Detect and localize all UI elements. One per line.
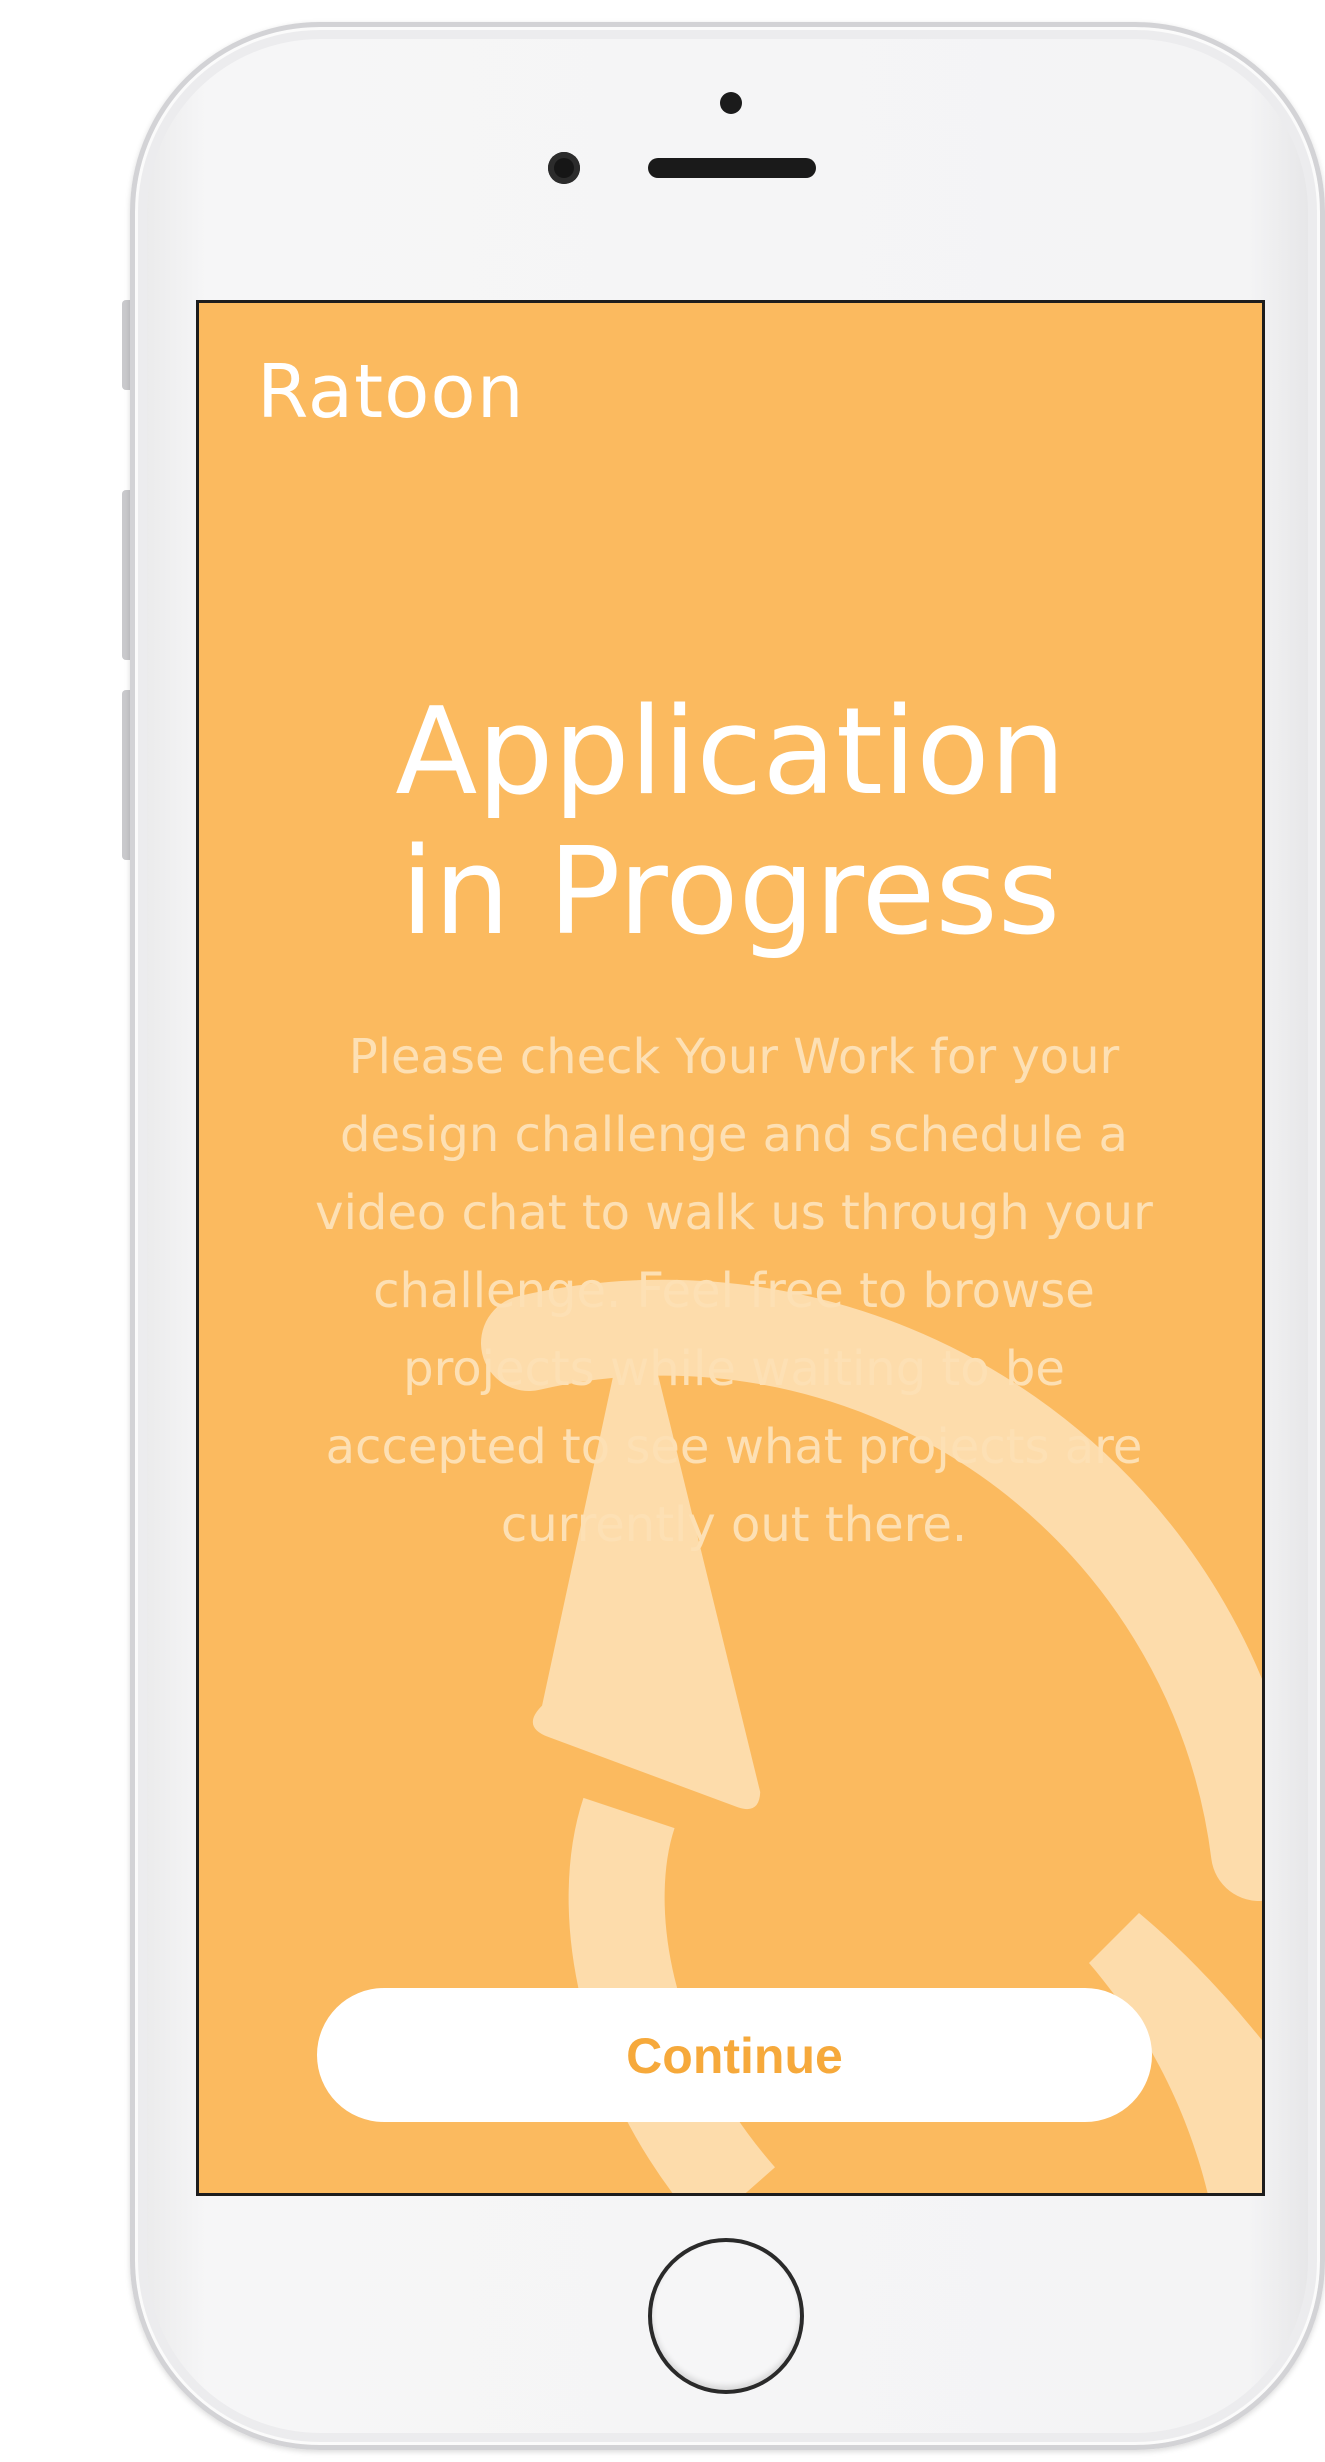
status-message-line: video chat to walk us through your bbox=[315, 1185, 1153, 1241]
status-message-line: currently out there. bbox=[500, 1497, 968, 1553]
home-button[interactable] bbox=[648, 2238, 804, 2394]
status-message-line: projects while waiting to be bbox=[403, 1341, 1065, 1397]
status-message-line: design challenge and schedule a bbox=[340, 1107, 1128, 1163]
page-title-line-2: in Progress bbox=[400, 822, 1061, 962]
page-title-line-1: Application bbox=[395, 683, 1066, 823]
earpiece-speaker bbox=[648, 158, 816, 178]
app-screen: Ratoon Application in Progress Please ch… bbox=[196, 300, 1265, 2196]
status-message: Please check Your Work for your design c… bbox=[269, 1018, 1199, 1564]
status-message-line: accepted to see what projects are bbox=[325, 1419, 1143, 1475]
front-camera-icon bbox=[548, 152, 580, 184]
proximity-sensor bbox=[720, 92, 742, 114]
continue-button[interactable]: Continue bbox=[317, 1988, 1152, 2122]
app-brand-logo: Ratoon bbox=[257, 349, 525, 435]
page-title: Application in Progress bbox=[199, 683, 1262, 961]
status-message-line: challenge. Feel free to browse bbox=[373, 1263, 1095, 1319]
status-message-line: Please check Your Work for your bbox=[348, 1029, 1120, 1085]
